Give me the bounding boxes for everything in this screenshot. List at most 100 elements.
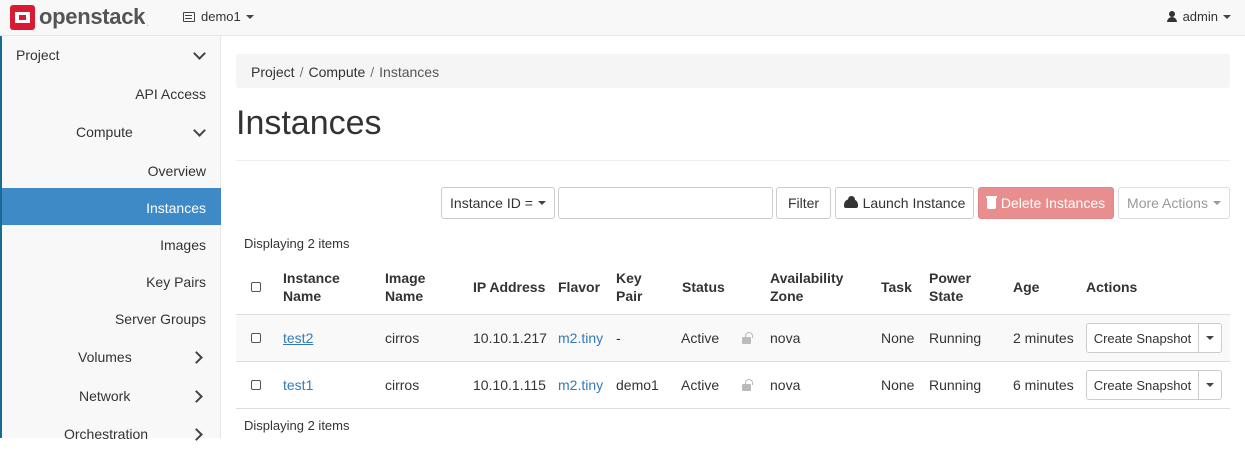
sidebar-item-key-pairs[interactable]: Key Pairs xyxy=(2,263,221,300)
table-row: test2 cirros 10.10.1.217 m2.tiny - Activ… xyxy=(236,315,1230,362)
caret-down-icon xyxy=(1206,383,1214,387)
sidebar: Project API Access Compute Overview Inst… xyxy=(0,36,221,442)
sidebar-item-project[interactable]: Project xyxy=(2,36,221,73)
row-checkbox[interactable] xyxy=(251,333,261,343)
sidebar-item-label: Images xyxy=(160,237,206,253)
breadcrumb-separator: / xyxy=(299,64,304,80)
image-name: cirros xyxy=(385,377,420,393)
user-menu[interactable]: admin xyxy=(1166,9,1231,24)
ip-address: 10.10.1.217 xyxy=(473,330,547,346)
cloud-upload-icon xyxy=(843,195,858,208)
delete-instances-button[interactable]: Delete Instances xyxy=(978,187,1114,219)
chevron-right-icon xyxy=(190,351,203,364)
row-actions-toggle[interactable] xyxy=(1198,370,1222,400)
sidebar-item-network[interactable]: Network xyxy=(2,377,221,414)
row-checkbox[interactable] xyxy=(251,380,261,390)
sidebar-item-volumes[interactable]: Volumes xyxy=(2,338,221,375)
table-row: test1 cirros 10.10.1.115 m2.tiny demo1 A… xyxy=(236,362,1230,409)
more-actions-button[interactable]: More Actions xyxy=(1118,187,1230,219)
sidebar-item-images[interactable]: Images xyxy=(2,226,221,263)
filter-button-label: Filter xyxy=(787,195,820,211)
age: 2 minutes xyxy=(1013,330,1074,346)
caret-down-icon xyxy=(1223,14,1231,19)
select-all-checkbox[interactable] xyxy=(251,282,261,292)
breadcrumb-project[interactable]: Project xyxy=(251,64,295,80)
more-actions-label: More Actions xyxy=(1127,195,1208,211)
age: 6 minutes xyxy=(1013,377,1074,393)
sidebar-item-label: Overview xyxy=(147,163,206,179)
filter-button[interactable]: Filter xyxy=(776,187,831,219)
chevron-down-icon xyxy=(193,124,206,137)
chevron-right-icon xyxy=(190,428,203,441)
sidebar-item-instances[interactable]: Instances xyxy=(2,188,221,225)
item-count-top: Displaying 2 items xyxy=(244,236,350,251)
sidebar-item-label: Key Pairs xyxy=(146,274,206,290)
create-snapshot-button[interactable]: Create Snapshot xyxy=(1086,370,1199,400)
sidebar-item-label: Compute xyxy=(76,124,133,140)
sidebar-item-compute[interactable]: Compute xyxy=(2,113,221,150)
project-name: demo1 xyxy=(201,9,241,24)
key-pair: demo1 xyxy=(616,377,659,393)
sidebar-item-server-groups[interactable]: Server Groups xyxy=(2,300,221,337)
col-header-instance-name[interactable]: Instance Name xyxy=(283,269,340,305)
openstack-logo[interactable]: openstack . xyxy=(10,4,148,30)
sidebar-item-orchestration[interactable]: Orchestration xyxy=(2,415,221,452)
col-header-image-name[interactable]: Image Name xyxy=(385,269,425,305)
flavor-link[interactable]: m2.tiny xyxy=(558,377,603,393)
page-title: Instances xyxy=(236,104,382,142)
filter-input[interactable] xyxy=(558,187,773,219)
col-header-status[interactable]: Status xyxy=(682,278,725,296)
col-header-availability-zone[interactable]: Availability Zone xyxy=(770,269,843,305)
sidebar-item-label: Instances xyxy=(146,200,206,216)
sidebar-item-label: Project xyxy=(16,47,60,63)
header-line: Zone xyxy=(770,288,804,304)
sidebar-item-label: Orchestration xyxy=(64,426,149,442)
launch-instance-button[interactable]: Launch Instance xyxy=(835,187,974,219)
unlock-icon[interactable] xyxy=(742,379,753,391)
filter-field-label: Instance ID = xyxy=(450,195,533,211)
brand-name: openstack xyxy=(39,4,146,29)
instance-name-link[interactable]: test2 xyxy=(283,330,313,346)
flavor-link[interactable]: m2.tiny xyxy=(558,330,603,346)
task: None xyxy=(881,377,915,393)
project-switcher[interactable]: demo1 xyxy=(183,9,254,24)
row-actions-toggle[interactable] xyxy=(1198,323,1222,353)
trash-icon xyxy=(985,195,997,209)
header-line: Key xyxy=(616,270,642,286)
header-line: Availability xyxy=(770,270,844,286)
breadcrumb-compute[interactable]: Compute xyxy=(308,64,365,80)
col-header-actions: Actions xyxy=(1086,279,1138,295)
col-header-age[interactable]: Age xyxy=(1013,278,1039,296)
header-line: Instance xyxy=(283,270,340,286)
openstack-logo-icon xyxy=(10,4,35,30)
power-state: Running xyxy=(929,377,982,393)
create-snapshot-button[interactable]: Create Snapshot xyxy=(1086,323,1199,353)
col-header-ip-address[interactable]: IP Address xyxy=(473,278,545,296)
header-line: Pair xyxy=(616,288,643,304)
sidebar-item-overview[interactable]: Overview xyxy=(2,152,221,189)
caret-down-icon xyxy=(1212,201,1221,205)
delete-instances-label: Delete Instances xyxy=(1000,195,1106,211)
sidebar-item-label: Network xyxy=(79,388,131,404)
brand-mark: . xyxy=(146,18,149,28)
filter-field-dropdown[interactable]: Instance ID = xyxy=(441,187,555,219)
key-pair: - xyxy=(616,330,621,346)
availability-zone: nova xyxy=(770,330,801,346)
server-icon xyxy=(183,11,195,22)
col-header-task[interactable]: Task xyxy=(881,278,912,296)
header-line: Power xyxy=(929,270,972,286)
col-header-flavor[interactable]: Flavor xyxy=(558,278,600,296)
breadcrumb-separator: / xyxy=(370,64,375,80)
col-header-power-state[interactable]: Power State xyxy=(929,269,971,305)
header-line: Name xyxy=(283,288,322,304)
unlock-icon[interactable] xyxy=(742,332,753,344)
caret-down-icon xyxy=(245,14,254,19)
sidebar-item-api-access[interactable]: API Access xyxy=(2,75,221,112)
col-header-key-pair[interactable]: Key Pair xyxy=(616,269,642,305)
task: None xyxy=(881,330,915,346)
instance-name-link[interactable]: test1 xyxy=(283,377,313,393)
chevron-down-icon xyxy=(193,47,206,60)
sidebar-item-label: Server Groups xyxy=(114,311,206,327)
ip-address: 10.10.1.115 xyxy=(473,377,546,393)
user-name: admin xyxy=(1182,9,1218,24)
